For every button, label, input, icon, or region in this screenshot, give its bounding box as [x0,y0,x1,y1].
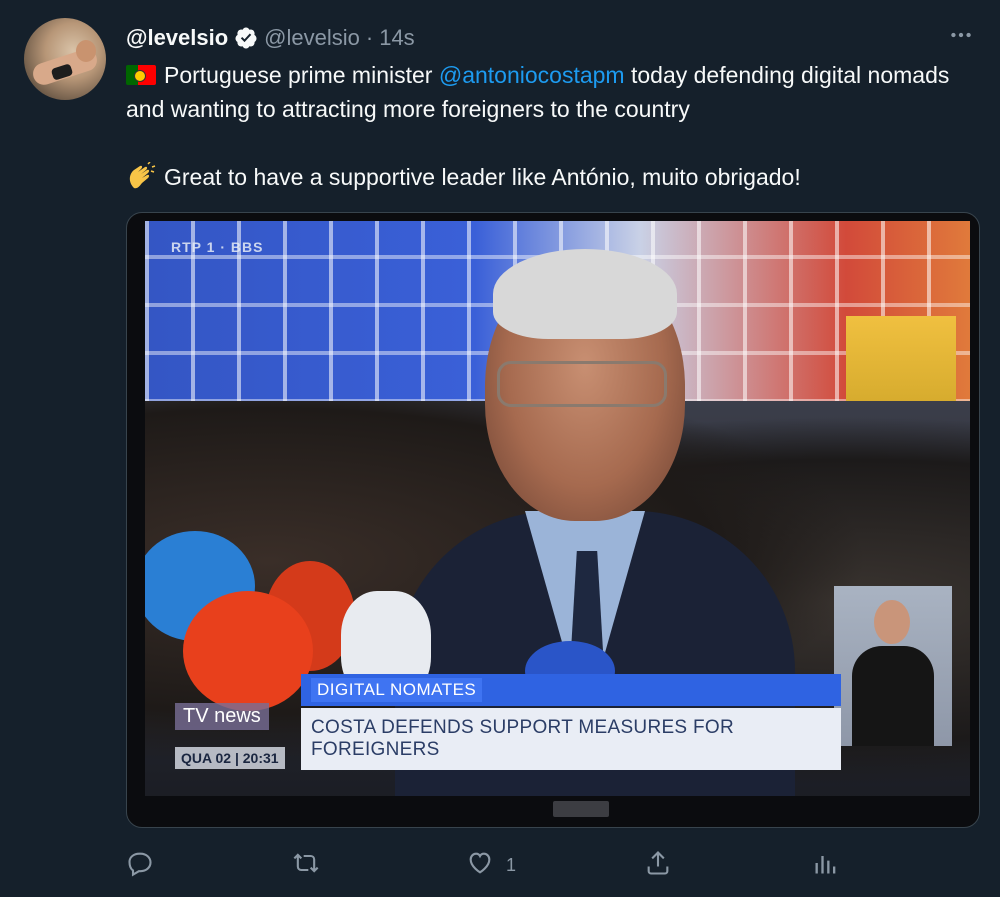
media-image[interactable]: RTP 1 · BBS TV news QUA 02 | 20:31 DIGIT… [126,212,980,828]
news-lower-third: DIGITAL NOMATES COSTA DEFENDS SUPPORT ME… [301,674,841,770]
analytics-icon [812,849,840,882]
timestamp[interactable]: 14s [379,25,414,51]
share-icon [644,849,672,882]
broadcast-clock: QUA 02 | 20:31 [175,747,285,769]
sign-language-interpreter [834,586,952,746]
news-topic: DIGITAL NOMATES [311,678,483,702]
mention-link[interactable]: @antoniocostapm [439,62,625,88]
share-button[interactable] [644,845,672,885]
person-hair [493,249,677,339]
clapping-hands-icon [126,161,156,190]
tweet-text-part-3: Great to have a supportive leader like A… [164,164,801,190]
tweet-text: Portuguese prime minister @antoniocostap… [126,58,976,194]
like-count: 1 [506,854,517,875]
tv-screen: RTP 1 · BBS TV news QUA 02 | 20:31 DIGIT… [145,221,970,796]
tweet-header: @levelsio @levelsio · 14s [126,22,415,54]
news-headline: COSTA DEFENDS SUPPORT MEASURES FOR FOREI… [301,708,841,770]
microphone-red [183,591,313,711]
analytics-button[interactable] [812,845,840,885]
channel-logo: RTP 1 · BBS [171,239,264,255]
tweet-text-part-1: Portuguese prime minister [164,62,439,88]
interpreter-head [874,600,910,644]
news-topic-bar: DIGITAL NOMATES [301,674,841,706]
tv-brand-badge [553,801,609,817]
heart-icon [466,849,494,882]
avatar-figure-head [76,40,96,62]
interpreter-body [852,646,934,746]
tweet-paragraph-2: Great to have a supportive leader like A… [126,160,976,194]
person-glasses [497,361,667,407]
portugal-flag-icon [126,65,156,85]
more-options-icon[interactable] [948,22,974,48]
retweet-icon [292,849,320,882]
separator-dot: · [365,25,374,50]
display-name[interactable]: @levelsio [126,25,228,51]
retweet-button[interactable] [292,845,320,885]
verified-icon [234,26,258,50]
handle[interactable]: @levelsio [264,25,360,51]
like-button[interactable]: 1 [466,845,516,885]
reply-icon [126,849,154,882]
avatar[interactable] [24,18,106,100]
reply-button[interactable] [126,845,154,885]
tweet-actions: 1 [126,845,866,885]
tv-news-label: TV news [175,703,269,730]
tweet-paragraph-1: Portuguese prime minister @antoniocostap… [126,58,976,126]
